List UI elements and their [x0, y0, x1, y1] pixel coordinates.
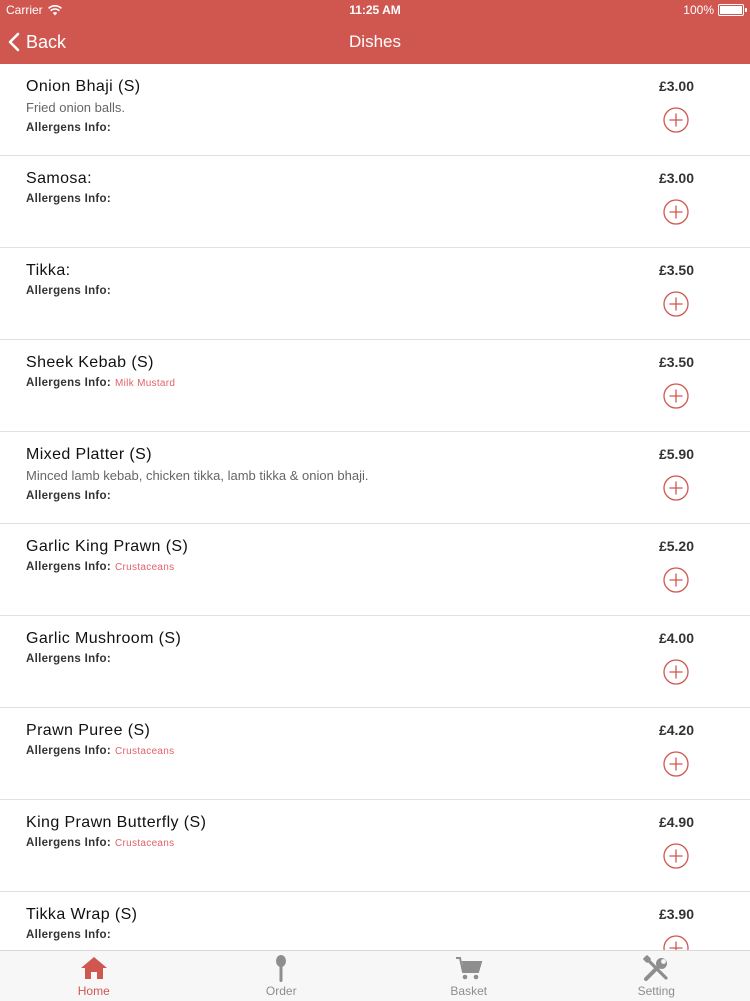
dish-price: £3.50	[659, 354, 694, 370]
plus-circle-icon	[663, 383, 689, 409]
allergens-label: Allergens Info:	[26, 929, 111, 941]
add-to-basket-button[interactable]	[663, 935, 689, 950]
allergens-info: Allergens Info:	[26, 285, 111, 297]
plus-circle-icon	[663, 659, 689, 685]
cart-icon	[455, 955, 483, 981]
dish-price: £5.90	[659, 446, 694, 462]
allergens-label: Allergens Info:	[26, 377, 111, 389]
add-to-basket-button[interactable]	[663, 843, 689, 869]
dish-name: Prawn Puree (S)	[26, 722, 150, 740]
allergens-label: Allergens Info:	[26, 490, 111, 502]
spoon-icon	[273, 955, 289, 983]
tab-home[interactable]: Home	[0, 951, 188, 1001]
tab-basket-label: Basket	[375, 984, 563, 998]
plus-circle-icon	[663, 751, 689, 777]
dish-name: Garlic King Prawn (S)	[26, 538, 188, 556]
plus-circle-icon	[663, 843, 689, 869]
allergens-label: Allergens Info:	[26, 285, 111, 297]
battery-icon	[718, 4, 744, 16]
battery-percent: 100%	[683, 3, 714, 17]
tab-order-label: Order	[188, 984, 376, 998]
dish-row[interactable]: Prawn Puree (S) Allergens Info: Crustacean…	[0, 708, 750, 800]
tab-home-label: Home	[0, 984, 188, 998]
add-to-basket-button[interactable]	[663, 659, 689, 685]
dish-row[interactable]: Tikka Wrap (S) Allergens Info: £3.90	[0, 892, 750, 950]
dish-row[interactable]: Sheek Kebab (S) Allergens Info: Milk Musta…	[0, 340, 750, 432]
add-to-basket-button[interactable]	[663, 383, 689, 409]
plus-circle-icon	[663, 199, 689, 225]
dish-name: Sheek Kebab (S)	[26, 354, 154, 372]
dish-name: Garlic Mushroom (S)	[26, 630, 181, 648]
tab-order[interactable]: Order	[188, 951, 376, 1001]
dish-price: £3.50	[659, 262, 694, 278]
dish-price: £4.90	[659, 814, 694, 830]
dish-name: Samosa:	[26, 170, 92, 188]
allergens-label: Allergens Info:	[26, 122, 111, 134]
allergen-tags: Crustaceans	[115, 746, 174, 757]
allergens-label: Allergens Info:	[26, 653, 111, 665]
allergen-tags: Crustaceans	[115, 562, 174, 573]
add-to-basket-button[interactable]	[663, 567, 689, 593]
dish-name: Onion Bhaji (S)	[26, 78, 141, 96]
page-title: Dishes	[0, 32, 750, 52]
dish-row[interactable]: Mixed Platter (S) Minced lamb kebab, chic…	[0, 432, 750, 524]
allergens-info: Allergens Info:	[26, 193, 111, 205]
dish-name: Tikka:	[26, 262, 70, 280]
allergens-info: Allergens Info:	[26, 490, 111, 502]
allergens-label: Allergens Info:	[26, 837, 111, 849]
tab-setting-label: Setting	[563, 984, 750, 998]
allergens-label: Allergens Info:	[26, 745, 111, 757]
dish-price: £4.00	[659, 630, 694, 646]
tab-setting[interactable]: Setting	[563, 951, 750, 1001]
allergens-info: Allergens Info: Crustaceans	[26, 561, 174, 573]
dish-description: Fried onion balls.	[26, 100, 125, 115]
status-bar: Carrier 11:25 AM 100%	[0, 0, 750, 20]
allergens-info: Allergens Info: Milk Mustard	[26, 377, 175, 389]
add-to-basket-button[interactable]	[663, 475, 689, 501]
tab-bar: Home Order Basket Setting	[0, 950, 750, 1001]
dish-price: £4.20	[659, 722, 694, 738]
dish-row[interactable]: Onion Bhaji (S) Fried onion balls. Allerge…	[0, 64, 750, 156]
plus-circle-icon	[663, 567, 689, 593]
allergen-tags: Crustaceans	[115, 838, 174, 849]
navigation-bar: Back Dishes	[0, 20, 750, 64]
plus-circle-icon	[663, 107, 689, 133]
allergens-info: Allergens Info:	[26, 122, 111, 134]
dish-row[interactable]: Garlic King Prawn (S) Allergens Info: Crus…	[0, 524, 750, 616]
add-to-basket-button[interactable]	[663, 107, 689, 133]
add-to-basket-button[interactable]	[663, 199, 689, 225]
dish-price: £5.20	[659, 538, 694, 554]
header-bar: Carrier 11:25 AM 100% Back Dishes	[0, 0, 750, 64]
add-to-basket-button[interactable]	[663, 751, 689, 777]
add-to-basket-button[interactable]	[663, 291, 689, 317]
dish-row[interactable]: King Prawn Butterfly (S) Allergens Info: C…	[0, 800, 750, 892]
dish-name: King Prawn Butterfly (S)	[26, 814, 206, 832]
dish-row[interactable]: Garlic Mushroom (S) Allergens Info: £4.00	[0, 616, 750, 708]
dish-name: Tikka Wrap (S)	[26, 906, 137, 924]
dish-description: Minced lamb kebab, chicken tikka, lamb t…	[26, 468, 369, 483]
plus-circle-icon	[663, 475, 689, 501]
status-right: 100%	[683, 3, 744, 17]
dish-price: £3.00	[659, 78, 694, 94]
tools-icon	[642, 955, 670, 981]
status-time: 11:25 AM	[0, 3, 750, 17]
allergens-info: Allergens Info:	[26, 653, 111, 665]
home-icon	[80, 955, 108, 981]
allergens-label: Allergens Info:	[26, 561, 111, 573]
dish-name: Mixed Platter (S)	[26, 446, 152, 464]
allergens-info: Allergens Info:	[26, 929, 111, 941]
allergen-tags: Milk Mustard	[115, 378, 175, 389]
dish-row[interactable]: Tikka: Allergens Info: £3.50	[0, 248, 750, 340]
dish-price: £3.00	[659, 170, 694, 186]
allergens-info: Allergens Info: Crustaceans	[26, 745, 174, 757]
dishes-list[interactable]: Onion Bhaji (S) Fried onion balls. Allerge…	[0, 64, 750, 950]
plus-circle-icon	[663, 935, 689, 950]
plus-circle-icon	[663, 291, 689, 317]
dish-price: £3.90	[659, 906, 694, 922]
allergens-label: Allergens Info:	[26, 193, 111, 205]
allergens-info: Allergens Info: Crustaceans	[26, 837, 174, 849]
tab-basket[interactable]: Basket	[375, 951, 563, 1001]
dish-row[interactable]: Samosa: Allergens Info: £3.00	[0, 156, 750, 248]
